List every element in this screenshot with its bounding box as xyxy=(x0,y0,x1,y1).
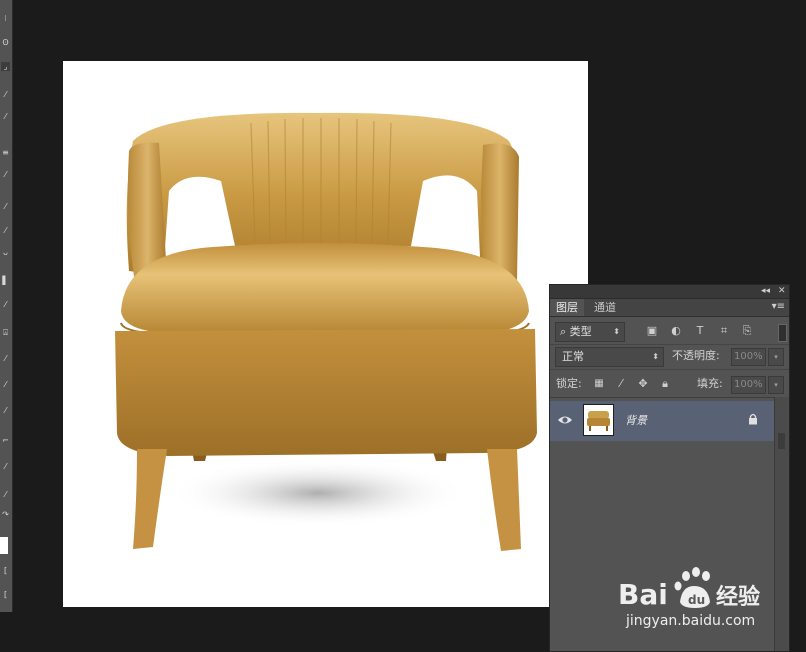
type-filter-icon[interactable]: T xyxy=(693,322,707,340)
svg-text:du: du xyxy=(688,593,705,607)
opacity-input[interactable]: 100% xyxy=(731,348,766,366)
blur-tool-icon[interactable]: ▌ xyxy=(1,276,10,285)
shape-tool-icon[interactable]: ⁄ xyxy=(1,406,10,415)
layers-scrollbar[interactable] xyxy=(774,397,789,651)
tab-channels[interactable]: 通道 xyxy=(588,299,622,316)
quick-mask-icon[interactable]: [ xyxy=(1,566,10,575)
blend-opacity-row: 正常 ⬍ 不透明度: 100% ▾ xyxy=(550,345,789,370)
panel-tabs: 图层 通道 ▾≡ xyxy=(550,299,789,317)
path-select-icon[interactable]: ⁄ xyxy=(1,380,10,389)
armchair-image xyxy=(115,112,537,551)
eyedropper-tool-icon[interactable]: ⁄ xyxy=(1,90,10,99)
eye-icon[interactable] xyxy=(557,413,573,427)
history-brush-icon[interactable]: ⁄ xyxy=(1,202,10,211)
lock-position-icon[interactable]: ✥ xyxy=(636,375,650,393)
svg-text:经验: 经验 xyxy=(716,584,760,610)
filter-toggle-switch[interactable] xyxy=(778,324,787,342)
hand-tool-icon[interactable]: ⌐ xyxy=(1,436,10,445)
tools-panel: ⁝ ʘ ⌟ ⁄ ⁄ ≡ ⁄ ⁄ ⁄ ᴗ ▌ ⁄ ⍓ ⁄ ⁄ ⁄ ⌐ ⁄ ⁄ ↷ … xyxy=(0,0,13,612)
document-canvas[interactable] xyxy=(63,61,588,607)
stamp-tool-icon[interactable]: ⁄ xyxy=(1,170,10,179)
swap-colors-icon[interactable]: ↷ xyxy=(1,510,10,519)
layer-filter-row: ⌕ 类型 ⬍ ▣ ◐ T ⌗ ⎘ xyxy=(550,318,789,345)
layer-thumbnail xyxy=(583,404,614,436)
tab-layers[interactable]: 图层 xyxy=(550,299,584,316)
baidu-jingyan-watermark: Bai du 经验 jingyan.baidu.com xyxy=(618,564,768,636)
close-panel-icon[interactable]: ✕ xyxy=(778,286,786,297)
pen-tool-icon[interactable]: ⍓ xyxy=(1,328,10,337)
filter-kind-select[interactable]: ⌕ 类型 ⬍ xyxy=(555,322,625,342)
dodge-tool-icon[interactable]: ⁄ xyxy=(1,300,10,309)
updown-arrows-icon: ⬍ xyxy=(613,327,620,336)
crop-tool-icon[interactable]: ⌟ xyxy=(1,62,10,71)
fill-input[interactable]: 100% xyxy=(731,376,766,394)
gradient-tool-icon[interactable]: ᴗ xyxy=(1,248,10,257)
panel-menu-icon[interactable]: ▾≡ xyxy=(772,301,785,312)
panel-title-bar[interactable]: ◂◂ ✕ xyxy=(550,285,789,299)
blend-mode-value: 正常 xyxy=(562,350,584,363)
adjustment-filter-icon[interactable]: ◐ xyxy=(669,322,683,340)
marquee-tool-icon[interactable]: ⁝ xyxy=(1,14,10,23)
lock-icon xyxy=(749,413,757,425)
lasso-tool-icon[interactable]: ʘ xyxy=(1,38,10,47)
opacity-label: 不透明度: xyxy=(672,349,720,362)
collapse-panel-icon[interactable]: ◂◂ xyxy=(761,286,770,297)
fill-label: 填充: xyxy=(697,377,723,390)
zoom-tool-icon[interactable]: ⁄ xyxy=(1,462,10,471)
updown-arrows-icon: ⬍ xyxy=(652,352,659,361)
lock-image-pixels-icon[interactable]: ⁄ xyxy=(614,375,628,393)
lock-label: 锁定: xyxy=(556,377,582,390)
type-tool-icon[interactable]: ⁄ xyxy=(1,354,10,363)
fill-dropdown-icon[interactable]: ▾ xyxy=(768,376,784,394)
baidu-logo: Bai du 经验 xyxy=(618,567,760,611)
svg-text:Bai: Bai xyxy=(618,578,668,611)
more-tools-icon[interactable]: ⁄ xyxy=(1,490,10,499)
brush-tool-icon[interactable]: ≡ xyxy=(1,148,10,157)
filter-kind-label: 类型 xyxy=(569,325,592,338)
scrollbar-thumb[interactable] xyxy=(778,433,785,449)
pixel-layer-filter-icon[interactable]: ▣ xyxy=(645,322,659,340)
shape-filter-icon[interactable]: ⌗ xyxy=(717,322,731,340)
layer-row-background[interactable]: 背景 xyxy=(550,401,776,441)
opacity-dropdown-icon[interactable]: ▾ xyxy=(768,348,784,366)
lock-transparent-pixels-icon[interactable]: ▦ xyxy=(592,375,606,393)
foreground-color-swatch[interactable] xyxy=(0,537,8,554)
search-icon: ⌕ xyxy=(560,325,567,338)
eraser-tool-icon[interactable]: ⁄ xyxy=(1,226,10,235)
screen-mode-icon[interactable]: [ xyxy=(1,590,10,599)
watermark-url: jingyan.baidu.com xyxy=(626,613,756,629)
lock-fill-row: 锁定: ▦ ⁄ ✥ 🔒︎ 填充: 100% ▾ xyxy=(550,371,789,398)
smart-object-filter-icon[interactable]: ⎘ xyxy=(740,322,754,340)
blend-mode-select[interactable]: 正常 ⬍ xyxy=(555,347,664,367)
layer-name: 背景 xyxy=(625,414,647,427)
healing-tool-icon[interactable]: ⁄ xyxy=(1,112,10,121)
lock-all-icon[interactable]: 🔒︎ xyxy=(658,375,672,393)
